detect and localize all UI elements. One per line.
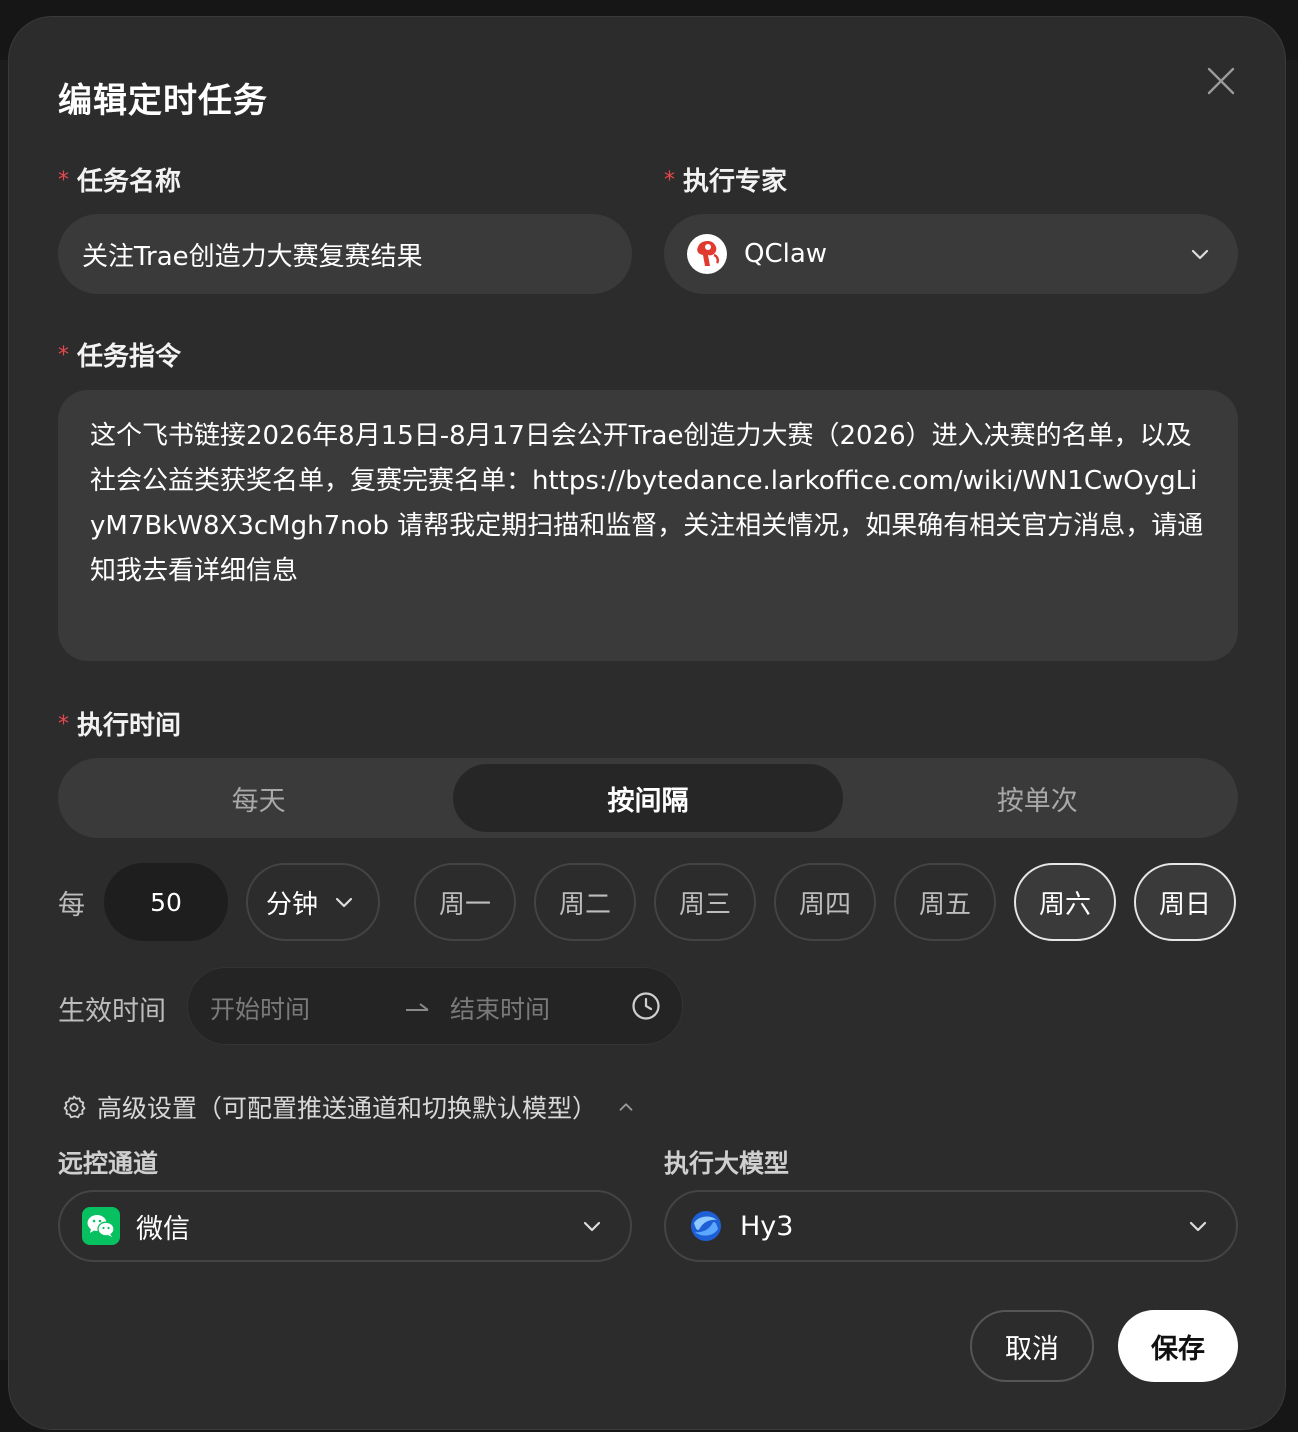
instruction-textarea[interactable]: 这个飞书链接2026年8月15日-8月17日会公开Trae创造力大赛（2026）… <box>58 390 1238 661</box>
tab-daily[interactable]: 每天 <box>64 764 453 832</box>
schedule-label: * 执行时间 <box>58 705 181 742</box>
model-value: Hy3 <box>740 1210 794 1242</box>
model-label: 执行大模型 <box>664 1149 790 1178</box>
day-sat-toggle[interactable]: 周六 <box>1014 863 1116 941</box>
expert-label: * 执行专家 <box>664 161 787 198</box>
every-label: 每 <box>58 890 85 921</box>
required-mark: * <box>58 712 69 737</box>
channel-select[interactable]: 微信 <box>58 1190 632 1262</box>
channel-label: 远控通道 <box>58 1149 159 1178</box>
qclaw-logo-icon <box>687 234 727 274</box>
chevron-down-icon <box>583 1221 601 1232</box>
interval-unit-select[interactable]: 分钟 <box>246 863 380 941</box>
model-select[interactable]: Hy3 <box>664 1190 1238 1262</box>
task-name-label-text: 任务名称 <box>77 167 182 197</box>
instruction-label: * 任务指令 <box>58 336 181 373</box>
clock-icon <box>632 992 660 1020</box>
task-name-input[interactable]: 关注Trae创造力大赛复赛结果 <box>58 214 632 294</box>
advanced-settings-toggle[interactable]: 高级设置（可配置推送通道和切换默认模型） <box>61 1089 637 1125</box>
advanced-settings-label: 高级设置（可配置推送通道和切换默认模型） <box>97 1094 598 1123</box>
instruction-label-text: 任务指令 <box>77 342 182 372</box>
day-sun-toggle[interactable]: 周日 <box>1134 863 1236 941</box>
day-wed-toggle[interactable]: 周三 <box>654 863 756 941</box>
expert-select[interactable]: QClaw <box>664 214 1238 294</box>
chevron-down-icon <box>335 897 353 908</box>
close-button[interactable] <box>1203 63 1239 99</box>
schedule-label-text: 执行时间 <box>77 711 182 741</box>
required-mark: * <box>58 168 69 193</box>
tab-interval[interactable]: 按间隔 <box>453 764 843 832</box>
cancel-button[interactable]: 取消 <box>970 1310 1094 1382</box>
interval-value: 50 <box>150 887 182 917</box>
schedule-mode-tabs: 每天 按间隔 按单次 <box>58 758 1238 838</box>
chevron-up-icon <box>619 1103 633 1111</box>
interval-unit-value: 分钟 <box>266 889 319 920</box>
start-time-input[interactable]: 开始时间 <box>210 990 310 1026</box>
interval-value-input[interactable]: 50 <box>104 863 228 941</box>
effective-time-label: 生效时间 <box>58 996 166 1027</box>
chevron-down-icon <box>1189 1221 1207 1232</box>
tab-once[interactable]: 按单次 <box>843 764 1232 832</box>
channel-value: 微信 <box>136 1213 190 1245</box>
chevron-down-icon <box>1191 249 1209 260</box>
day-mon-toggle[interactable]: 周一 <box>414 863 516 941</box>
required-mark: * <box>58 343 69 368</box>
task-name-value: 关注Trae创造力大赛复赛结果 <box>82 241 423 272</box>
expert-value: QClaw <box>744 239 828 269</box>
save-button[interactable]: 保存 <box>1118 1310 1238 1382</box>
edit-scheduled-task-dialog: 编辑定时任务 * 任务名称 关注Trae创造力大赛复赛结果 * 执行专家 QCl… <box>8 16 1286 1430</box>
day-thu-toggle[interactable]: 周四 <box>774 863 876 941</box>
task-name-label: * 任务名称 <box>58 161 181 198</box>
arrow-right-icon <box>406 1003 429 1011</box>
dialog-title: 编辑定时任务 <box>58 81 268 121</box>
expert-label-text: 执行专家 <box>683 167 788 197</box>
wechat-icon <box>82 1207 120 1245</box>
day-tue-toggle[interactable]: 周二 <box>534 863 636 941</box>
effective-time-range-picker[interactable]: 开始时间 结束时间 <box>187 967 683 1045</box>
gear-icon <box>63 1095 86 1119</box>
end-time-input[interactable]: 结束时间 <box>450 990 550 1026</box>
background-panel-right <box>1284 60 1298 1360</box>
close-icon <box>1207 67 1235 95</box>
hunyuan-logo-icon <box>691 1211 721 1241</box>
day-fri-toggle[interactable]: 周五 <box>894 863 996 941</box>
required-mark: * <box>664 168 675 193</box>
instruction-value: 这个飞书链接2026年8月15日-8月17日会公开Trae创造力大赛（2026）… <box>90 421 1204 586</box>
